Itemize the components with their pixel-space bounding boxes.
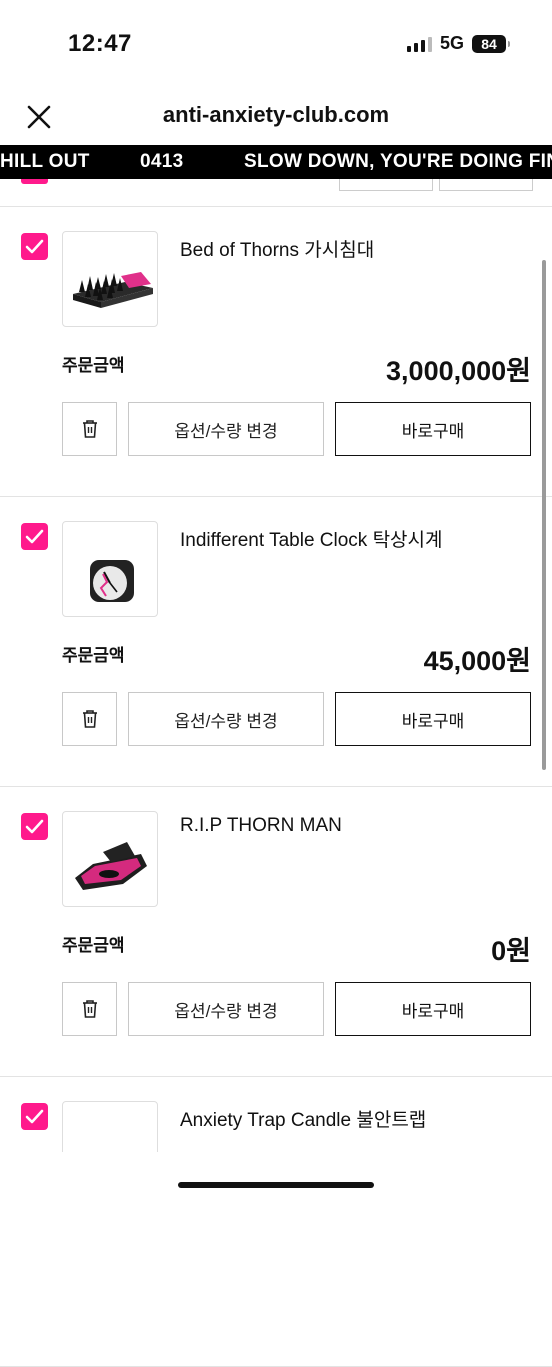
previous-item-partial bbox=[0, 179, 552, 207]
order-amount-label: 주문금액 bbox=[62, 356, 125, 375]
network-type: 5G bbox=[439, 33, 464, 53]
home-indicator[interactable] bbox=[178, 1182, 374, 1188]
trash-icon bbox=[82, 1000, 97, 1018]
delete-button[interactable] bbox=[62, 692, 117, 746]
item-checkbox[interactable] bbox=[21, 179, 48, 184]
marquee-banner: HILL OUT 0413 SLOW DOWN, YOU'RE DOING FI… bbox=[0, 145, 552, 179]
trash-icon bbox=[82, 420, 97, 438]
checkmark-icon bbox=[25, 819, 44, 834]
checkmark-icon bbox=[25, 1109, 44, 1124]
status-bar: 12:47 5G 84 bbox=[0, 0, 552, 88]
battery-level: 84 bbox=[481, 35, 497, 52]
header: anti-anxiety-club.com bbox=[0, 88, 552, 144]
cart-item: Indifferent Table Clock 탁상시계 주문금액 45,000… bbox=[0, 497, 552, 787]
change-option-button[interactable]: 옵션/수량 변경 bbox=[128, 692, 324, 746]
marquee-text: HILL OUT bbox=[0, 151, 90, 172]
checkmark-icon bbox=[25, 239, 44, 254]
trash-icon bbox=[82, 710, 97, 728]
buy-button[interactable] bbox=[439, 179, 533, 191]
status-time: 12:47 bbox=[68, 30, 132, 57]
cart-item: R.I.P THORN MAN 주문금액 0원 옵션/수량 변경 바로구매 bbox=[0, 787, 552, 1077]
item-name[interactable]: Anxiety Trap Candle 불안트랩 bbox=[180, 1105, 426, 1132]
coffin-image[interactable] bbox=[62, 811, 158, 907]
item-name[interactable]: Indifferent Table Clock 탁상시계 bbox=[180, 525, 443, 552]
item-price: 3,000,000원 bbox=[386, 356, 531, 386]
checkmark-icon bbox=[25, 529, 44, 544]
marquee-text: SLOW DOWN, YOU'RE DOING FIN bbox=[244, 151, 552, 172]
battery-icon: 84 bbox=[472, 34, 510, 53]
signal-icon bbox=[406, 36, 432, 52]
item-checkbox[interactable] bbox=[21, 523, 48, 550]
delete-button[interactable] bbox=[62, 982, 117, 1036]
item-name[interactable]: R.I.P THORN MAN bbox=[180, 815, 342, 837]
marquee-text: 0413 bbox=[140, 151, 184, 172]
item-price: 45,000원 bbox=[423, 646, 531, 676]
buy-now-button[interactable]: 바로구매 bbox=[335, 692, 531, 746]
change-option-button[interactable]: 옵션/수량 변경 bbox=[128, 982, 324, 1036]
item-name[interactable]: Bed of Thorns 가시침대 bbox=[180, 235, 374, 262]
item-checkbox[interactable] bbox=[21, 813, 48, 840]
item-checkbox[interactable] bbox=[21, 233, 48, 260]
status-icons: 5G 84 bbox=[406, 33, 510, 54]
bottom-bar bbox=[0, 1152, 552, 1200]
scrollbar[interactable] bbox=[542, 260, 546, 770]
item-price: 0원 bbox=[491, 936, 531, 966]
table-clock-image[interactable] bbox=[62, 521, 158, 617]
option-button[interactable] bbox=[339, 179, 433, 191]
order-amount-label: 주문금액 bbox=[62, 646, 125, 665]
item-checkbox[interactable] bbox=[21, 1103, 48, 1130]
site-title: anti-anxiety-club.com bbox=[162, 102, 390, 127]
cart-item: Anxiety Trap Candle 불안트랩 bbox=[0, 1077, 552, 1367]
order-amount-label: 주문금액 bbox=[62, 936, 125, 955]
change-option-button[interactable]: 옵션/수량 변경 bbox=[128, 402, 324, 456]
cart-item: Bed of Thorns 가시침대 주문금액 3,000,000원 옵션/수량… bbox=[0, 207, 552, 497]
delete-button[interactable] bbox=[62, 402, 117, 456]
buy-now-button[interactable]: 바로구매 bbox=[335, 982, 531, 1036]
bed-of-thorns-image[interactable] bbox=[62, 231, 158, 327]
buy-now-button[interactable]: 바로구매 bbox=[335, 402, 531, 456]
